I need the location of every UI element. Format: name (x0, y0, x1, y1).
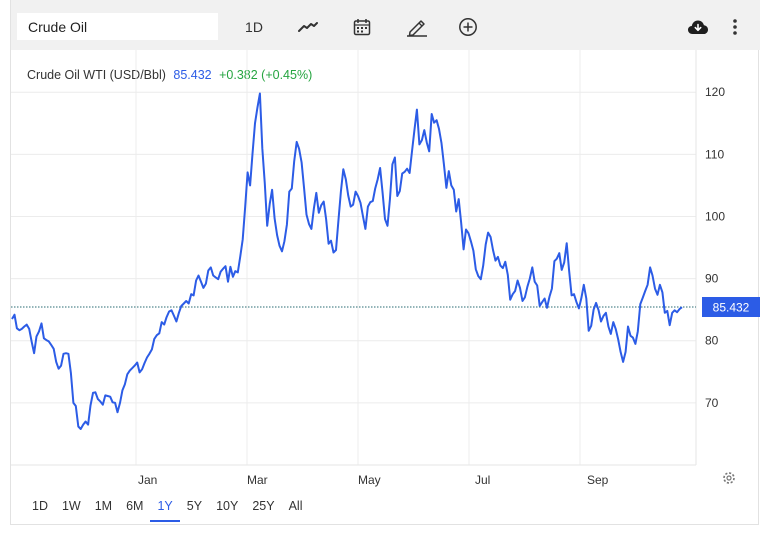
range-button-25y[interactable]: 25Y (245, 496, 281, 522)
range-button-1y[interactable]: 1Y (150, 496, 180, 522)
range-button-1w[interactable]: 1W (55, 496, 88, 522)
price-line (11, 92, 683, 430)
range-selector: 1D 1W 1M 6M 1Y 5Y 10Y 25Y All (25, 496, 309, 524)
y-tick-label: 110 (705, 147, 724, 161)
y-tick-label: 120 (705, 85, 725, 99)
y-tick-label: 80 (705, 334, 719, 348)
y-tick-label: 100 (705, 209, 725, 223)
y-tick-label: 90 (705, 272, 719, 286)
range-button-10y[interactable]: 10Y (209, 496, 245, 522)
x-tick-label: Mar (247, 473, 268, 487)
last-price-label: 85.432 (713, 301, 750, 315)
chart-widget: 1D Crude Oil WTI (USD/Bbl) 85.432 +0.382… (10, 0, 760, 525)
x-tick-label: Sep (587, 473, 609, 487)
range-button-all[interactable]: All (282, 496, 310, 522)
x-tick-label: May (358, 473, 381, 487)
y-tick-label: 70 (705, 396, 719, 410)
x-tick-label: Jul (475, 473, 490, 487)
range-button-6m[interactable]: 6M (119, 496, 150, 522)
x-tick-label: Jan (138, 473, 157, 487)
settings-gear-icon[interactable] (723, 472, 735, 484)
price-chart[interactable]: 70 80 90 100 110 120 Jan Mar May Jul Sep 85.432 (11, 0, 760, 525)
range-button-1d[interactable]: 1D (25, 496, 55, 522)
range-button-5y[interactable]: 5Y (180, 496, 209, 522)
range-button-1m[interactable]: 1M (88, 496, 119, 522)
